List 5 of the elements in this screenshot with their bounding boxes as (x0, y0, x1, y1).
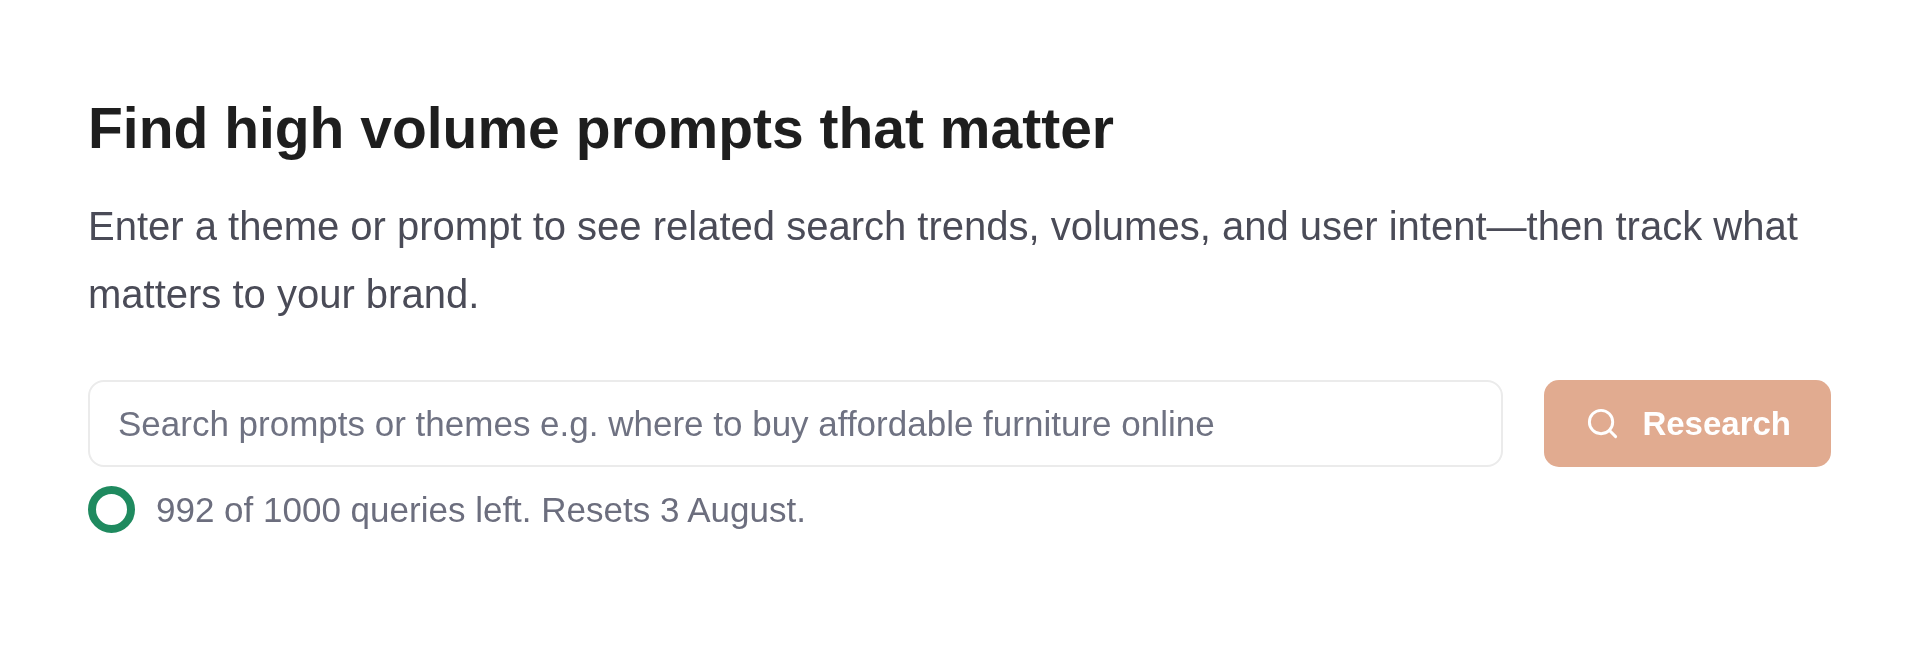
page-title: Find high volume prompts that matter (88, 95, 1116, 162)
search-field[interactable]: Search prompts or themes e.g. where to buy affordable furniture online (88, 380, 1504, 467)
page-description: Enter a theme or prompt to see related search trends, volumes, and user intent—then track what matters to your brand. (88, 203, 1799, 318)
status-ring-icon (88, 486, 135, 533)
quota-status-text: 992 of 1000 queries left. Resets 3 August. (156, 489, 806, 531)
